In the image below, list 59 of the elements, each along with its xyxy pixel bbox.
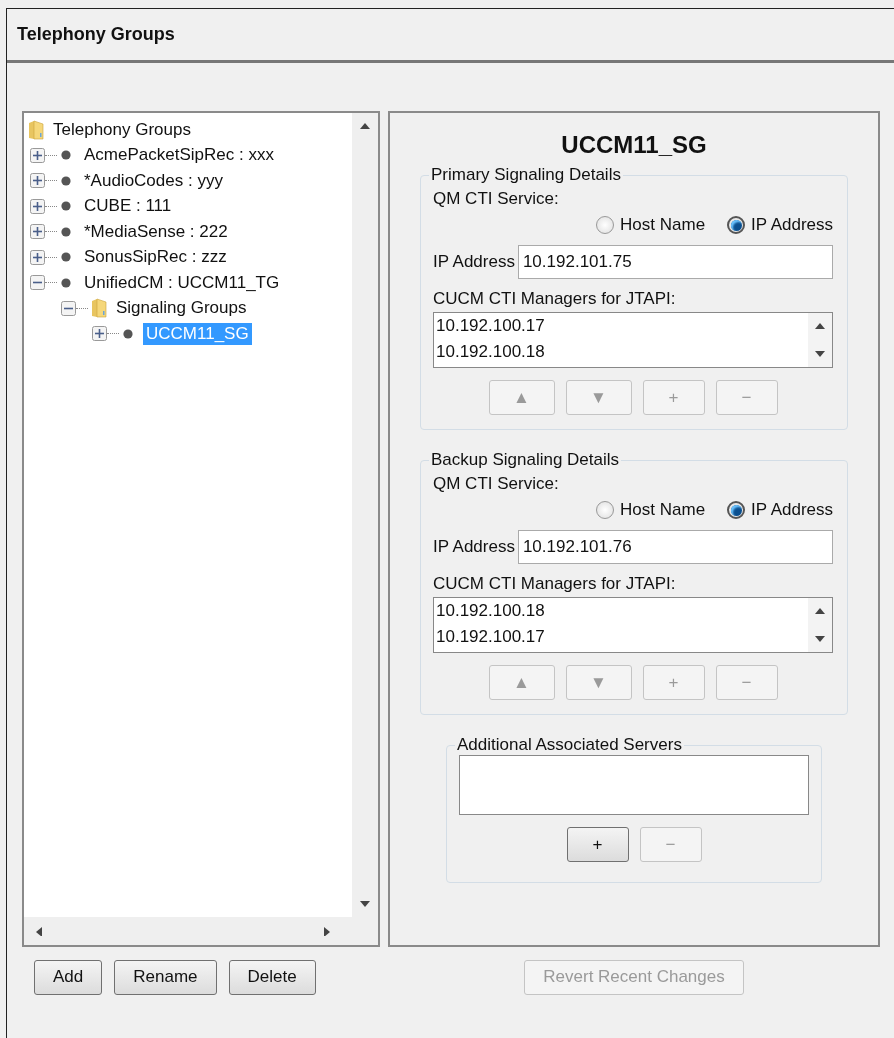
expand-icon[interactable]: [92, 326, 107, 342]
detail-title: UCCM11_SG: [560, 131, 708, 159]
tree-item[interactable]: CUBE : 111: [81, 195, 175, 218]
list-box[interactable]: 10.192.100.17 10.192.100.18: [433, 312, 833, 368]
scroll-down-icon[interactable]: [359, 899, 371, 909]
field-label: IP Address: [433, 537, 515, 557]
expand-icon[interactable]: [30, 249, 45, 265]
bullet-icon: [60, 174, 72, 187]
button[interactable]: Add: [34, 959, 103, 995]
bullet-icon: [60, 200, 72, 213]
field-label: CUCM CTI Managers for JTAPI:: [433, 574, 677, 594]
input-field[interactable]: 10.192.101.75: [517, 245, 833, 279]
bullet-icon: [122, 327, 134, 340]
scroll-up-icon[interactable]: [814, 606, 826, 616]
radio-button[interactable]: IP Address: [727, 215, 833, 235]
list-item[interactable]: 10.192.100.18: [436, 339, 808, 365]
radio-button[interactable]: Host Name: [596, 500, 706, 520]
button[interactable]: +: [566, 827, 629, 862]
group-title: Backup Signaling Details: [430, 450, 621, 470]
scroll-up-icon[interactable]: [359, 121, 371, 131]
bullet-icon: [60, 149, 72, 162]
folder-icon: [28, 119, 44, 140]
collapse-icon[interactable]: [61, 300, 76, 316]
tree-item[interactable]: SonusSipRec : zzz: [81, 246, 230, 269]
list-item[interactable]: 10.192.100.17: [436, 313, 808, 339]
group-title: Additional Associated Servers: [456, 735, 683, 755]
tree-item[interactable]: Telephony Groups: [50, 118, 194, 141]
bullet-icon: [60, 276, 72, 289]
expand-icon[interactable]: [30, 147, 45, 163]
field-label: CUCM CTI Managers for JTAPI:: [433, 289, 677, 309]
tree-item[interactable]: *MediaSense : 222: [81, 220, 231, 243]
tree-item[interactable]: AcmePacketSipRec : xxx: [81, 144, 277, 167]
list-item[interactable]: 10.192.100.17: [436, 624, 808, 650]
field-label: IP Address: [433, 252, 515, 272]
expand-icon[interactable]: [30, 173, 45, 189]
scroll-down-icon[interactable]: [814, 349, 826, 359]
scroll-down-icon[interactable]: [814, 634, 826, 644]
list-box[interactable]: [459, 755, 809, 815]
collapse-icon[interactable]: [30, 275, 45, 291]
list-box[interactable]: 10.192.100.18 10.192.100.17: [433, 597, 833, 653]
radio-button[interactable]: IP Address: [727, 500, 833, 520]
field-label: QM CTI Service:: [433, 474, 560, 494]
button[interactable]: Delete: [228, 959, 316, 995]
tree-item[interactable]: *AudioCodes : yyy: [81, 169, 226, 192]
scroll-up-icon[interactable]: [814, 321, 826, 331]
tree-item[interactable]: UnifiedCM : UCCM11_TG: [81, 271, 283, 294]
button[interactable]: Rename: [114, 959, 217, 995]
field-label: QM CTI Service:: [433, 189, 560, 209]
bullet-icon: [60, 225, 72, 238]
input-field[interactable]: 10.192.101.76: [517, 530, 833, 564]
list-item[interactable]: 10.192.100.18: [436, 598, 808, 624]
folder-icon: [91, 298, 107, 319]
tree-item[interactable]: Signaling Groups: [113, 297, 250, 320]
expand-icon[interactable]: [30, 224, 45, 240]
bullet-icon: [60, 251, 72, 264]
group-title: Primary Signaling Details: [430, 165, 622, 185]
radio-button[interactable]: Host Name: [596, 215, 706, 235]
window-title: Telephony Groups: [17, 24, 175, 45]
expand-icon[interactable]: [30, 198, 45, 214]
